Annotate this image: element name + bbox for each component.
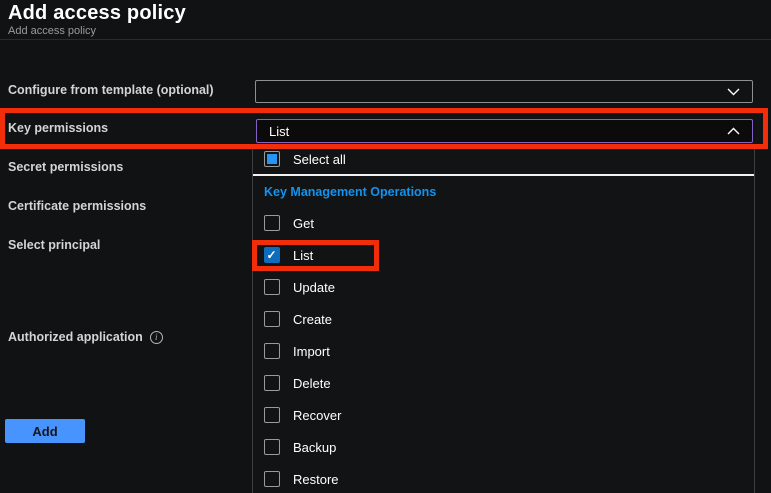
- add-button[interactable]: Add: [5, 419, 85, 443]
- select-all-option[interactable]: Select all: [253, 147, 754, 171]
- chevron-down-icon: [727, 88, 740, 96]
- select-all-checkbox[interactable]: [264, 151, 280, 167]
- panel-divider: [253, 174, 754, 176]
- key-permissions-dropdown[interactable]: List: [256, 119, 753, 143]
- option-label: Recover: [293, 408, 341, 423]
- option-label: Delete: [293, 376, 331, 391]
- option-import[interactable]: Import: [253, 339, 754, 363]
- info-icon[interactable]: i: [150, 331, 163, 344]
- key-permissions-dropdown-value: List: [269, 124, 289, 139]
- label-key-permissions: Key permissions: [8, 121, 108, 135]
- option-label: Backup: [293, 440, 336, 455]
- group-header-key-management: Key Management Operations: [264, 185, 436, 199]
- header-divider: [0, 39, 771, 40]
- option-create[interactable]: Create: [253, 307, 754, 331]
- authorized-application-text: Authorized application: [8, 330, 143, 344]
- option-label: Get: [293, 216, 314, 231]
- option-backup[interactable]: Backup: [253, 435, 754, 459]
- create-checkbox[interactable]: [264, 311, 280, 327]
- label-secret-permissions: Secret permissions: [8, 160, 123, 174]
- label-configure-from-template: Configure from template (optional): [8, 83, 214, 97]
- option-list[interactable]: List: [253, 243, 754, 267]
- label-authorized-application: Authorized application i: [8, 330, 163, 344]
- import-checkbox[interactable]: [264, 343, 280, 359]
- option-delete[interactable]: Delete: [253, 371, 754, 395]
- restore-checkbox[interactable]: [264, 471, 280, 487]
- update-checkbox[interactable]: [264, 279, 280, 295]
- option-label: Create: [293, 312, 332, 327]
- option-get[interactable]: Get: [253, 211, 754, 235]
- page-title: Add access policy: [8, 2, 186, 25]
- option-update[interactable]: Update: [253, 275, 754, 299]
- option-label: Restore: [293, 472, 339, 487]
- delete-checkbox[interactable]: [264, 375, 280, 391]
- chevron-up-icon: [727, 127, 740, 135]
- list-checkbox[interactable]: [264, 247, 280, 263]
- option-label: Update: [293, 280, 335, 295]
- select-all-label: Select all: [293, 152, 346, 167]
- backup-checkbox[interactable]: [264, 439, 280, 455]
- key-permissions-panel: Select all Key Management Operations Get…: [252, 147, 755, 493]
- get-checkbox[interactable]: [264, 215, 280, 231]
- option-restore[interactable]: Restore: [253, 467, 754, 491]
- template-dropdown[interactable]: [255, 80, 753, 103]
- recover-checkbox[interactable]: [264, 407, 280, 423]
- label-select-principal: Select principal: [8, 238, 100, 252]
- label-certificate-permissions: Certificate permissions: [8, 199, 146, 213]
- option-label: Import: [293, 344, 330, 359]
- page-subtitle: Add access policy: [8, 25, 96, 37]
- option-recover[interactable]: Recover: [253, 403, 754, 427]
- option-label: List: [293, 248, 313, 263]
